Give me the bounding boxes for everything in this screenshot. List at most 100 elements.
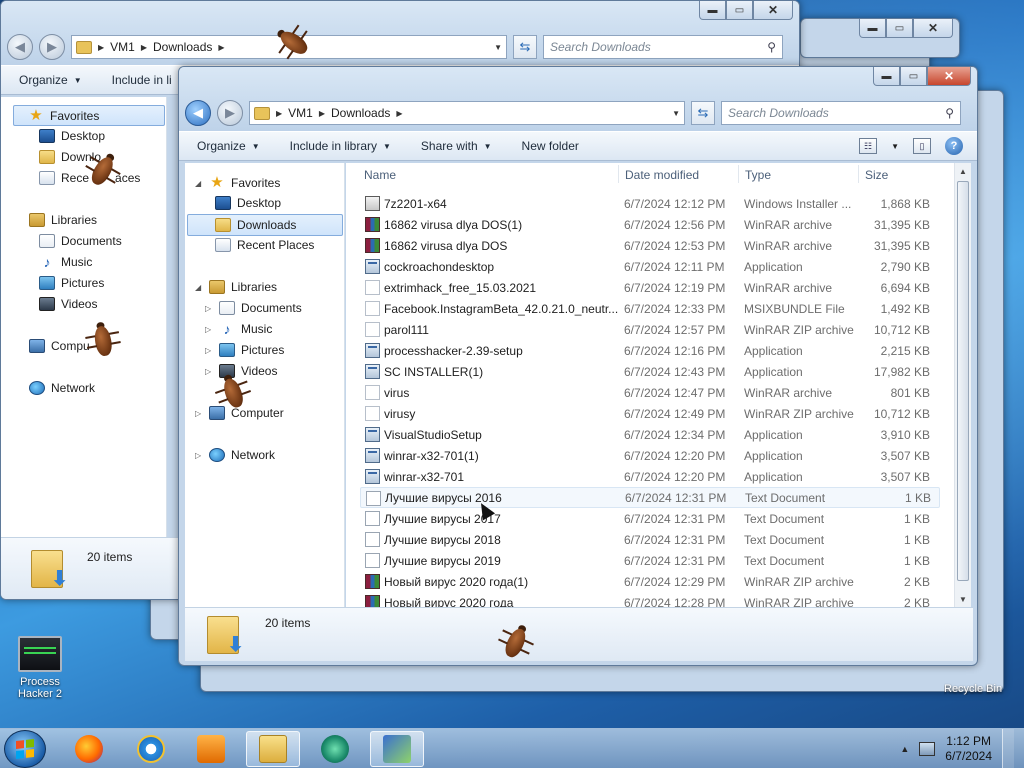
taskbar-process-hacker[interactable] [308, 731, 362, 767]
back-window-1[interactable]: ▬ ▭ ✕ [800, 18, 960, 58]
expand-arrow-icon[interactable]: ◢ [195, 179, 203, 188]
expand-arrow-icon[interactable]: ▷ [195, 451, 203, 460]
nav-documents[interactable]: ▷ Documents [205, 301, 302, 315]
help-icon[interactable]: ? [945, 137, 963, 155]
search-input[interactable]: Search Downloads ⚲ [543, 35, 783, 59]
column-header-type[interactable]: Type [745, 164, 771, 186]
clock[interactable]: 1:12 PM 6/7/2024 [945, 734, 992, 764]
nav-recent-places[interactable]: Recent Places [215, 238, 314, 252]
file-row[interactable]: Facebook.InstagramBeta_42.0.21.0_neutr..… [360, 298, 940, 319]
expand-arrow-icon[interactable]: ▷ [205, 367, 213, 376]
organize-button[interactable]: Organize ▼ [19, 73, 82, 87]
file-row[interactable]: Лучшие вирусы 2018 6/7/2024 12:31 PM Text … [360, 529, 940, 550]
file-row[interactable]: Новый вирус 2020 года 6/7/2024 12:28 PM Wi… [360, 592, 940, 607]
search-icon[interactable]: ⚲ [767, 40, 776, 54]
file-row[interactable]: 7z2201-x64 6/7/2024 12:12 PM Windows Insta… [360, 193, 940, 214]
breadcrumb-folder[interactable]: Downloads [331, 106, 390, 120]
expand-arrow-icon[interactable]: ▷ [205, 346, 213, 355]
column-separator[interactable] [618, 165, 619, 183]
close-button[interactable]: ✕ [927, 67, 971, 86]
taskbar-setup[interactable] [370, 731, 424, 767]
close-button[interactable]: ✕ [913, 19, 953, 38]
file-row[interactable]: virus 6/7/2024 12:47 PM WinRAR archive 801 … [360, 382, 940, 403]
forward-button[interactable]: ▶ [217, 100, 243, 126]
desktop-icon-process-hacker[interactable]: Process Hacker 2 [4, 636, 76, 700]
nav-libraries[interactable]: Libraries [29, 213, 97, 227]
file-row[interactable]: processhacker-2.39-setup 6/7/2024 12:16 P… [360, 340, 940, 361]
taskbar-firefox[interactable] [62, 731, 116, 767]
nav-network[interactable]: ▷ Network [195, 448, 275, 462]
file-row[interactable]: 16862 virusa dlya DOS(1) 6/7/2024 12:56 P… [360, 214, 940, 235]
nav-desktop[interactable]: Desktop [39, 129, 105, 143]
nav-music[interactable]: ♪ Music [39, 255, 93, 269]
refresh-button[interactable]: ⇆ [513, 35, 537, 59]
file-row[interactable]: cockroachondesktop 6/7/2024 12:11 PM Appli… [360, 256, 940, 277]
nav-computer[interactable]: Compu [29, 339, 90, 353]
search-icon[interactable]: ⚲ [945, 106, 954, 120]
back-button[interactable]: ◀ [185, 100, 211, 126]
explorer-window[interactable]: ▬ ▭ ✕ ◀ ▶ ▶ VM1 ▶ Downloads ▶ ▼ ⇆ Search… [178, 66, 978, 666]
organize-button[interactable]: Organize ▼ [197, 139, 260, 153]
back-button[interactable]: ◀ [7, 34, 33, 60]
start-button[interactable] [4, 730, 46, 768]
file-row[interactable]: 16862 virusa dlya DOS 6/7/2024 12:53 PM Wi… [360, 235, 940, 256]
nav-favorites[interactable]: ★ Favorites [13, 105, 165, 126]
vertical-scrollbar[interactable]: ▲ ▼ [954, 163, 971, 607]
network-status-icon[interactable] [919, 742, 936, 756]
file-row[interactable]: Лучшие вирусы 2019 6/7/2024 12:31 PM Text … [360, 550, 940, 571]
scroll-down-icon[interactable]: ▼ [955, 591, 971, 607]
chevron-down-icon[interactable]: ▼ [494, 43, 502, 52]
nav-documents[interactable]: Documents [39, 234, 122, 248]
chevron-down-icon[interactable]: ▼ [672, 109, 680, 118]
breadcrumb-root[interactable]: VM1 [288, 106, 313, 120]
minimize-button[interactable]: ▬ [859, 19, 886, 38]
column-header-name[interactable]: Name [364, 164, 396, 186]
minimize-button[interactable]: ▬ [699, 1, 726, 20]
forward-button[interactable]: ▶ [39, 34, 65, 60]
nav-desktop[interactable]: Desktop [215, 196, 281, 210]
show-hidden-icons-icon[interactable]: ▲ [900, 744, 909, 754]
nav-pictures[interactable]: Pictures [39, 276, 104, 290]
preview-pane-icon[interactable]: ▯ [913, 138, 931, 154]
expand-arrow-icon[interactable]: ▷ [195, 409, 203, 418]
file-row[interactable]: winrar-x32-701(1) 6/7/2024 12:20 PM Applic… [360, 445, 940, 466]
file-row[interactable]: Новый вирус 2020 года(1) 6/7/2024 12:29 P… [360, 571, 940, 592]
include-in-library-button[interactable]: Include in library ▼ [290, 139, 391, 153]
chevron-down-icon[interactable]: ▼ [891, 142, 899, 151]
file-row[interactable]: Лучшие вирусы 2017 6/7/2024 12:31 PM Text … [360, 508, 940, 529]
file-row[interactable]: winrar-x32-701 6/7/2024 12:20 PM Applicati… [360, 466, 940, 487]
maximize-button[interactable]: ▭ [900, 67, 927, 86]
column-separator[interactable] [738, 165, 739, 183]
breadcrumb-folder[interactable]: Downloads [153, 40, 212, 54]
expand-arrow-icon[interactable]: ◢ [195, 283, 203, 292]
nav-music[interactable]: ▷ ♪ Music [205, 322, 272, 336]
nav-libraries[interactable]: ◢ Libraries [195, 280, 277, 294]
search-input[interactable]: Search Downloads ⚲ [721, 101, 961, 125]
file-row[interactable]: extrimhack_free_15.03.2021 6/7/2024 12:19… [360, 277, 940, 298]
close-button[interactable]: ✕ [753, 1, 793, 20]
breadcrumb-root[interactable]: VM1 [110, 40, 135, 54]
maximize-button[interactable]: ▭ [886, 19, 913, 38]
expand-arrow-icon[interactable]: ▷ [205, 304, 213, 313]
change-view-icon[interactable]: ☷ [859, 138, 878, 154]
scrollbar-thumb[interactable] [957, 181, 969, 581]
taskbar-explorer[interactable] [246, 731, 300, 767]
taskbar-internet-explorer[interactable] [124, 731, 178, 767]
scroll-up-icon[interactable]: ▲ [955, 163, 971, 179]
taskbar-media-player[interactable] [184, 731, 238, 767]
file-row[interactable]: Лучшие вирусы 2016 6/7/2024 12:31 PM Text … [360, 487, 940, 508]
file-row[interactable]: virusy 6/7/2024 12:49 PM WinRAR ZIP archiv… [360, 403, 940, 424]
nav-downloads[interactable]: Downloads [187, 214, 343, 236]
address-bar[interactable]: ▶ VM1 ▶ Downloads ▶ ▼ [249, 101, 685, 125]
include-in-library-button[interactable]: Include in li [112, 73, 172, 87]
column-header-size[interactable]: Size [865, 164, 888, 186]
new-folder-button[interactable]: New folder [522, 139, 579, 153]
nav-network[interactable]: Network [29, 381, 95, 395]
maximize-button[interactable]: ▭ [726, 1, 753, 20]
file-row[interactable]: SC INSTALLER(1) 6/7/2024 12:43 PM Applicat… [360, 361, 940, 382]
file-row[interactable]: parol111 6/7/2024 12:57 PM WinRAR ZIP arch… [360, 319, 940, 340]
file-row[interactable]: VisualStudioSetup 6/7/2024 12:34 PM Applic… [360, 424, 940, 445]
show-desktop-button[interactable] [1002, 729, 1014, 768]
nav-favorites[interactable]: ◢ ★ Favorites [195, 175, 280, 191]
column-separator[interactable] [858, 165, 859, 183]
